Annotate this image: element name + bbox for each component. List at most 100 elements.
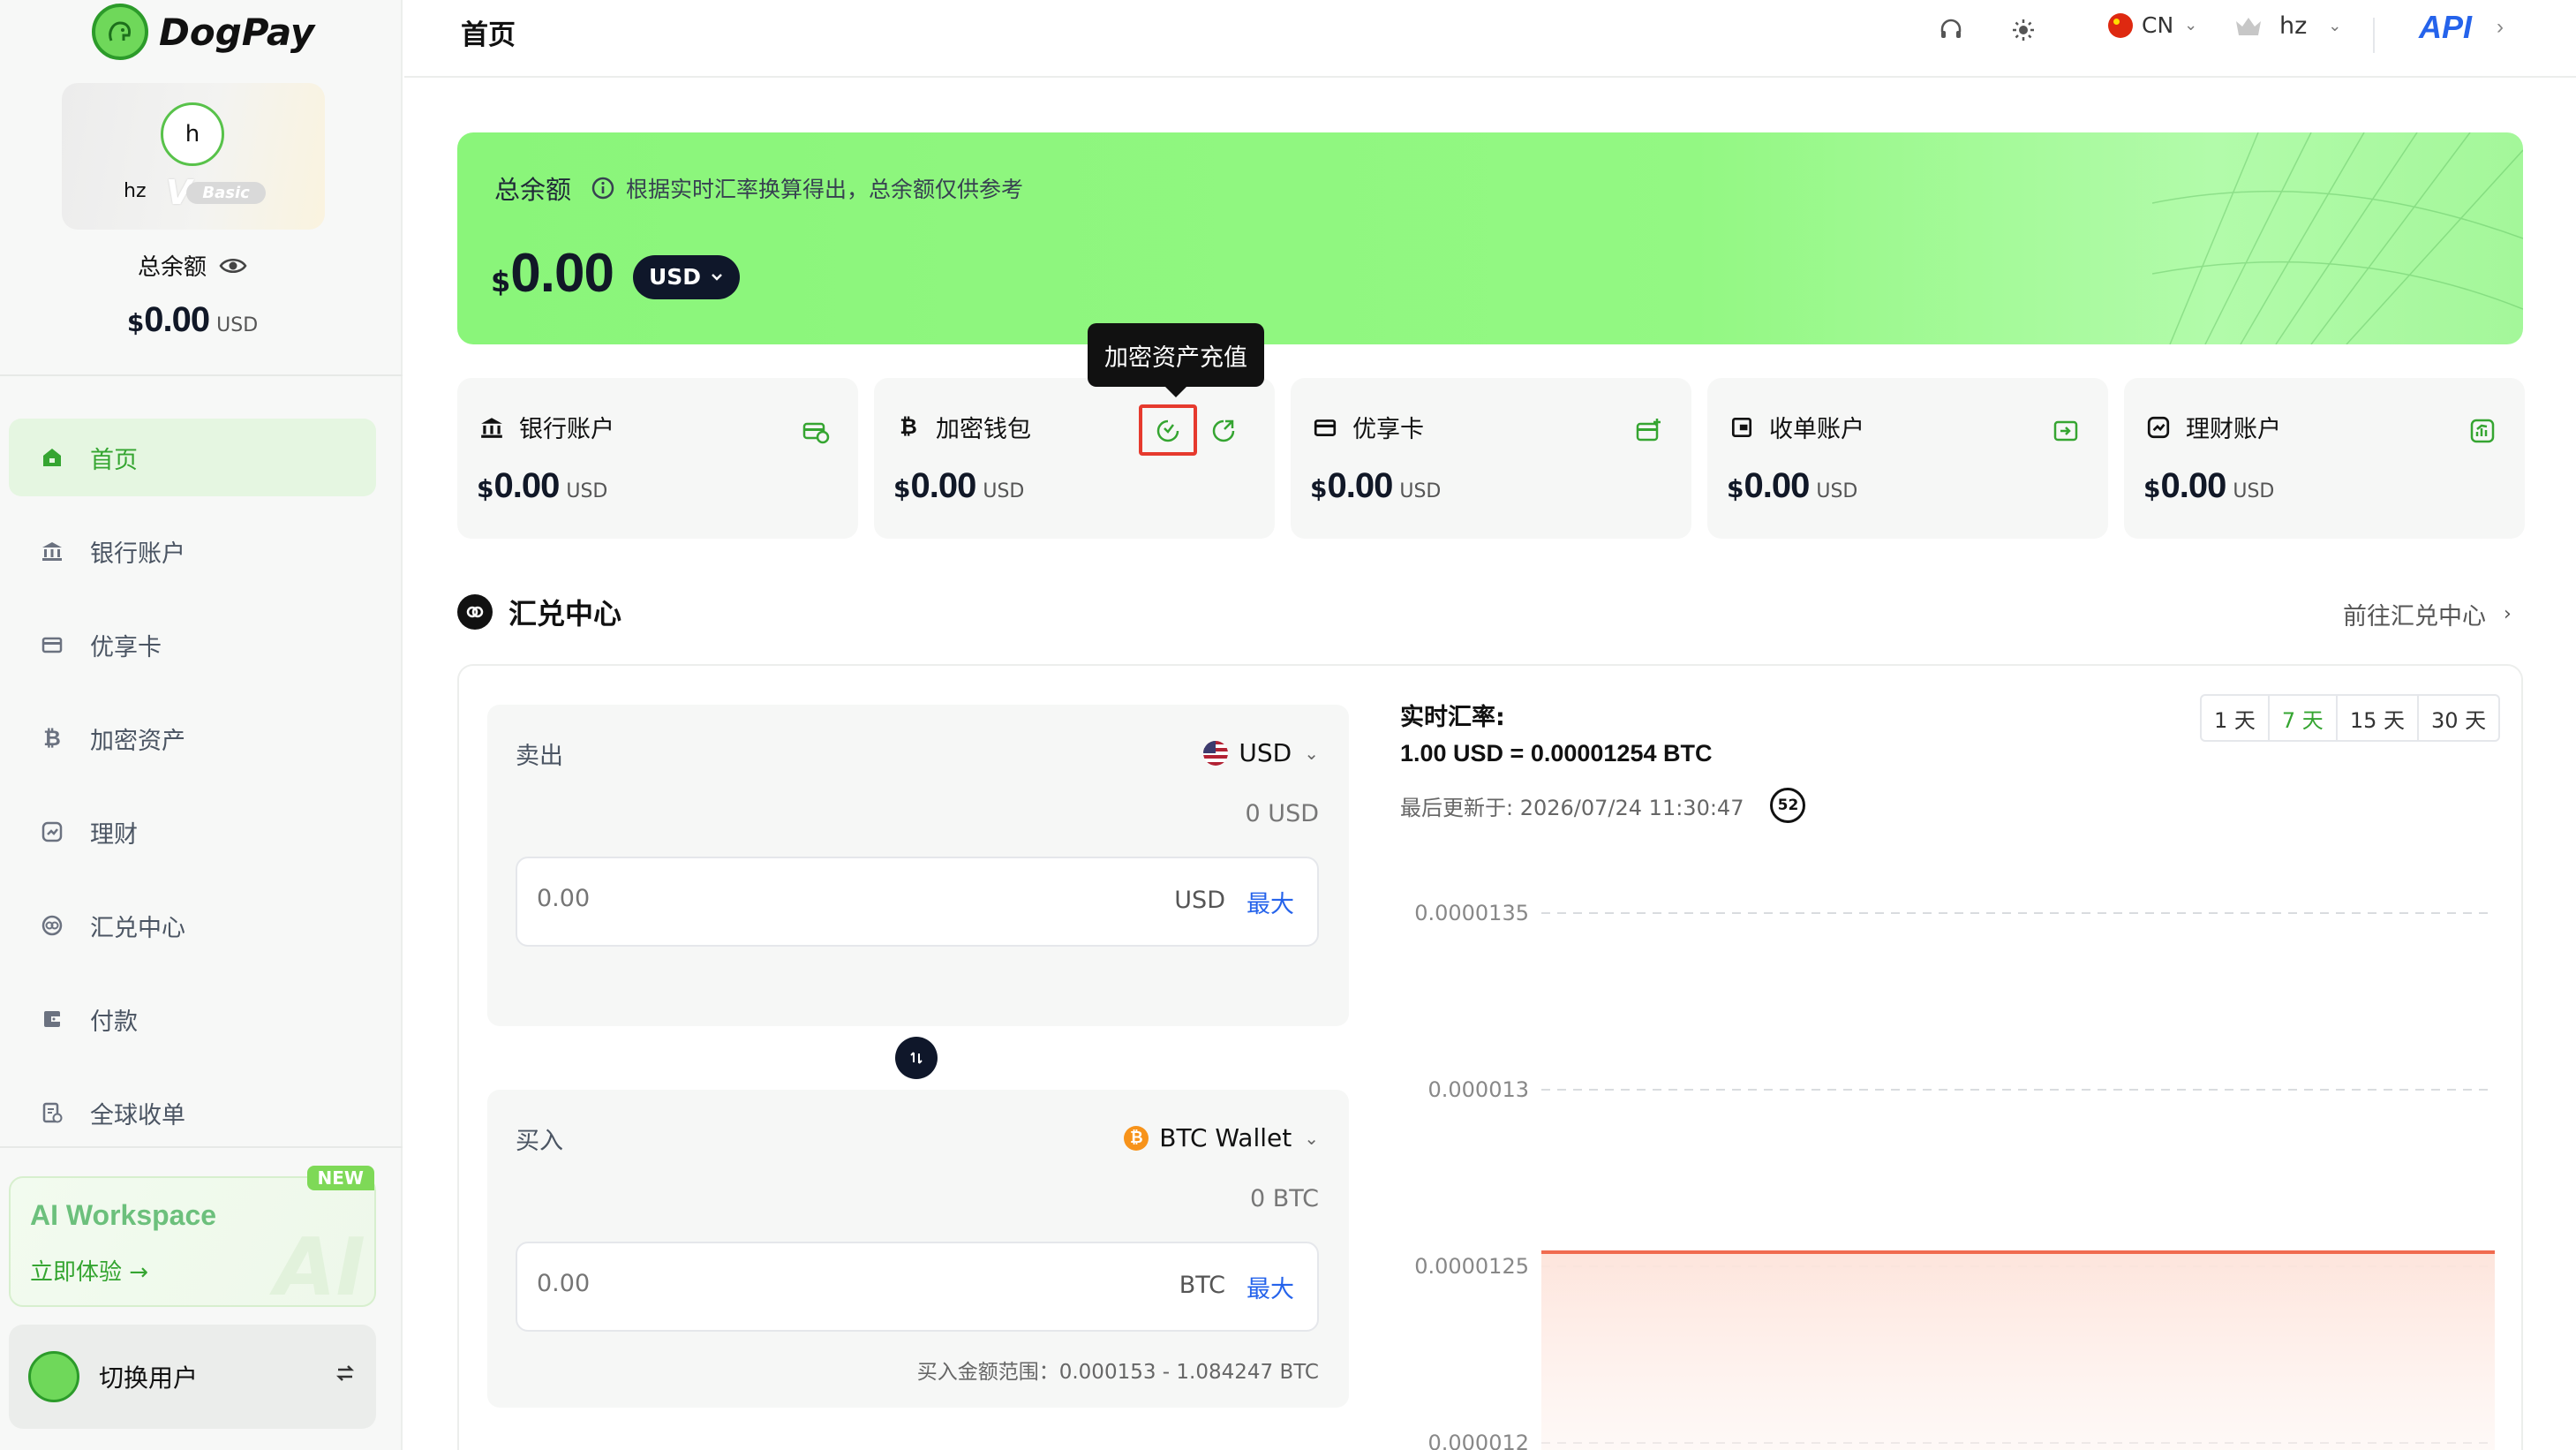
dog-logo-icon [92,4,148,60]
account-card-bank[interactable]: 银行账户 $ 0.00 USD [457,378,858,539]
ai-watermark: AI [274,1221,365,1314]
swap-arrows-icon [910,1052,923,1064]
decorative-lines [2152,132,2523,344]
sidebar-item-payment[interactable]: 付款 [9,980,376,1058]
y-tick-label: 0.000013 [1427,1077,1529,1102]
header-divider [2373,18,2375,53]
wallet-icon [37,1004,67,1034]
brand-logo[interactable]: DogPay [92,4,314,60]
buy-max-button[interactable]: 最大 [1247,1270,1294,1304]
range-tab-1d[interactable]: 1 天 [2202,696,2270,740]
bank-icon [478,414,505,441]
bank-icon [37,536,67,566]
theme-sun-icon[interactable] [2007,14,2039,46]
account-card-acquiring[interactable]: 收单账户 $ 0.00 USD [1707,378,2108,539]
account-card-card[interactable]: 优享卡 $ 0.00 USD [1291,378,1691,539]
chevron-right-icon: › [2497,15,2504,39]
switch-user-button[interactable]: 切换用户 [9,1325,376,1429]
china-flag-icon [2108,12,2133,38]
language-selector[interactable]: CN ⌄ [2108,12,2197,38]
swap-direction-button[interactable] [895,1037,938,1079]
sell-amount-field[interactable]: USD 最大 [516,857,1319,947]
ai-workspace-card[interactable]: AI NEW AI Workspace 立即体验 → [9,1166,376,1314]
chevron-right-icon: › [2504,603,2512,625]
sidebar-item-exchange[interactable]: 汇兑中心 [9,887,376,964]
collect-icon[interactable] [2048,413,2083,449]
range-tab-15d[interactable]: 15 天 [2338,696,2419,740]
sidebar-item-home[interactable]: 首页 [9,419,376,496]
account-balance: 0.00 [2160,466,2226,505]
avatar: h [161,102,224,166]
bank-transfer-icon[interactable] [798,413,833,449]
buy-amount-input[interactable] [537,1270,1066,1297]
finance-chart-icon[interactable] [2465,413,2500,449]
sell-amount-input[interactable] [537,885,1066,912]
range-tab-30d[interactable]: 30 天 [2419,696,2498,740]
banner-title-row: 总余额 根据实时汇率换算得出，总余额仅供参考 [494,170,1023,207]
buy-range-hint: 买入金额范围：0.000153 - 1.084247 BTC [916,1361,1319,1384]
sidebar-item-label: 汇兑中心 [90,914,185,942]
sell-max-button[interactable]: 最大 [1247,885,1294,919]
exchange-panel: 卖出 USD ⌄ 0 USD USD 最大 买入 ₿ BTC Wallet ⌄ [457,664,2523,1450]
chevron-down-icon: ⌄ [1304,742,1319,764]
api-label: API [2419,9,2473,45]
rate-updated: 最后更新于: 2026/07/24 11:30:47 52 [1400,788,1806,823]
buy-currency-select[interactable]: ₿ BTC Wallet ⌄ [1124,1123,1319,1152]
sidebar-item-label: 优享卡 [90,633,162,661]
bitcoin-icon: ₿ [43,725,61,751]
account-title: 理财账户 [2145,410,2281,444]
ai-try-now-link[interactable]: 立即体验 → [30,1254,148,1287]
buy-label: 买入 [516,1128,563,1155]
info-icon[interactable] [591,176,615,200]
sidebar: DogPay h hz V Basic 总余额 $ 0.00 USD 首页 银行… [0,0,403,1450]
currency-symbol: $ [126,308,145,337]
crypto-withdraw-icon[interactable] [1206,413,1241,449]
user-card[interactable]: h hz V Basic [62,83,325,230]
user-menu[interactable]: hz ⌄ [2233,12,2341,40]
currency-symbol: $ [1310,474,1328,503]
account-title-label: 优享卡 [1352,416,1424,443]
banner-title: 总余额 [494,175,572,205]
sidebar-item-finance[interactable]: 理财 [9,793,376,871]
ai-workspace-title: AI Workspace [30,1199,217,1231]
exchange-title: 汇兑中心 [508,597,622,631]
sell-currency-select[interactable]: USD ⌄ [1203,738,1319,767]
sidebar-item-label: 加密资产 [90,727,185,755]
balance-unit: USD [216,314,259,336]
account-card-finance[interactable]: 理财账户 $ 0.00 USD [2124,378,2525,539]
refresh-countdown: 52 [1770,788,1806,823]
go-exchange-link[interactable]: 前往汇兑中心 › [2343,597,2512,631]
highlight-box [1139,404,1197,456]
account-title: 银行账户 [478,410,614,444]
account-amount: $ 0.00 USD [1727,466,1857,506]
chevron-down-icon [712,273,722,281]
buy-amount-field[interactable]: BTC 最大 [516,1242,1319,1332]
sidebar-balance-amount: $ 0.00 USD [0,300,385,340]
currency-symbol: $ [491,265,511,298]
sidebar-item-card[interactable]: 优享卡 [9,606,376,683]
headset-icon[interactable] [1935,14,1967,46]
account-balance: 0.00 [1327,466,1393,505]
finance-icon [37,817,67,847]
eye-icon[interactable] [219,256,247,276]
sidebar-divider [0,1146,403,1148]
currency-select[interactable]: USD [632,254,740,299]
rate-title: 实时汇率: [1400,704,1505,731]
api-link[interactable]: API › [2419,9,2504,46]
sidebar-item-bank[interactable]: 银行账户 [9,512,376,590]
level-label: Basic [186,181,266,204]
sell-label: 卖出 [516,743,563,770]
account-title-label: 收单账户 [1769,416,1864,443]
home-icon [37,442,67,472]
dog-logo-icon [28,1351,79,1402]
sidebar-item-label: 全球收单 [90,1101,185,1129]
range-tab-7d[interactable]: 7 天 [2270,696,2338,740]
sidebar-item-crypto[interactable]: ₿ 加密资产 [9,699,376,777]
account-card-crypto[interactable]: ₿ 加密钱包 $ 0.00 USD [874,378,1275,539]
crypto-deposit-tooltip: 加密资产充值 [1088,323,1264,397]
sidebar-item-label: 理财 [90,820,138,849]
sell-unit: USD [1174,887,1225,914]
currency-label: USD [648,264,701,290]
sidebar-item-acquiring[interactable]: 全球收单 [9,1074,376,1152]
add-card-icon[interactable] [1631,413,1667,449]
